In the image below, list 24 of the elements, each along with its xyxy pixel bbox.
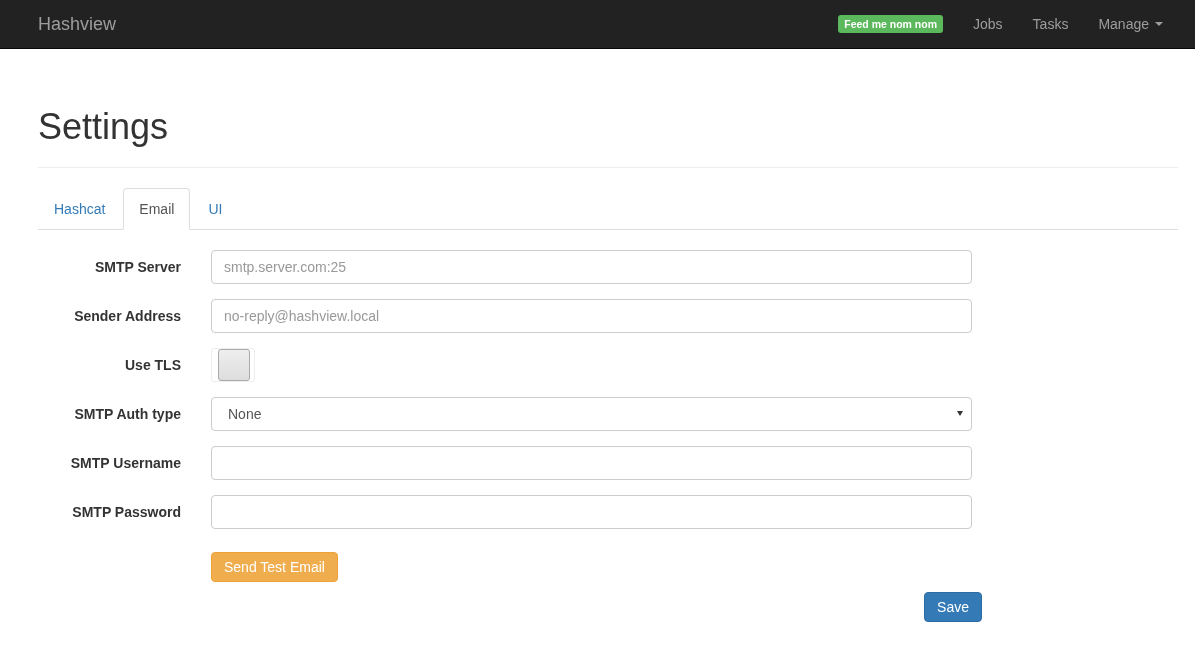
field-label: Sender Address — [73, 307, 182, 324]
tab[interactable]: Email — [123, 187, 191, 230]
field-label: SMTP Server — [93, 258, 182, 275]
nav-link[interactable]: Manage — [1083, 16, 1178, 32]
save-button[interactable]: Save — [924, 591, 982, 622]
tab[interactable]: Hashcat — [38, 187, 122, 230]
field-label: SMTP Username — [69, 454, 182, 471]
field-label: Use TLS — [124, 356, 182, 373]
field-label: SMTP Password — [71, 503, 182, 520]
dropdown-arrow-icon — [957, 411, 963, 417]
page-title: Settings — [38, 107, 1178, 168]
text-field[interactable] — [211, 445, 972, 480]
tab[interactable]: UI — [192, 187, 239, 230]
password-field[interactable] — [211, 494, 972, 529]
caret-icon — [1155, 22, 1163, 26]
select-field[interactable]: None — [211, 396, 972, 431]
text-field[interactable]: smtp.server.com:25 — [211, 249, 972, 284]
status-badge: Feed me nom nom — [838, 15, 944, 33]
toggle-switch[interactable] — [211, 347, 255, 382]
nav-link[interactable]: Tasks — [1017, 16, 1084, 32]
nav-link[interactable]: Jobs — [958, 16, 1018, 32]
text-field[interactable]: no-reply@hashview.local — [211, 298, 972, 333]
brand-link[interactable]: Hashview — [38, 13, 117, 35]
field-label: SMTP Auth type — [73, 405, 182, 422]
